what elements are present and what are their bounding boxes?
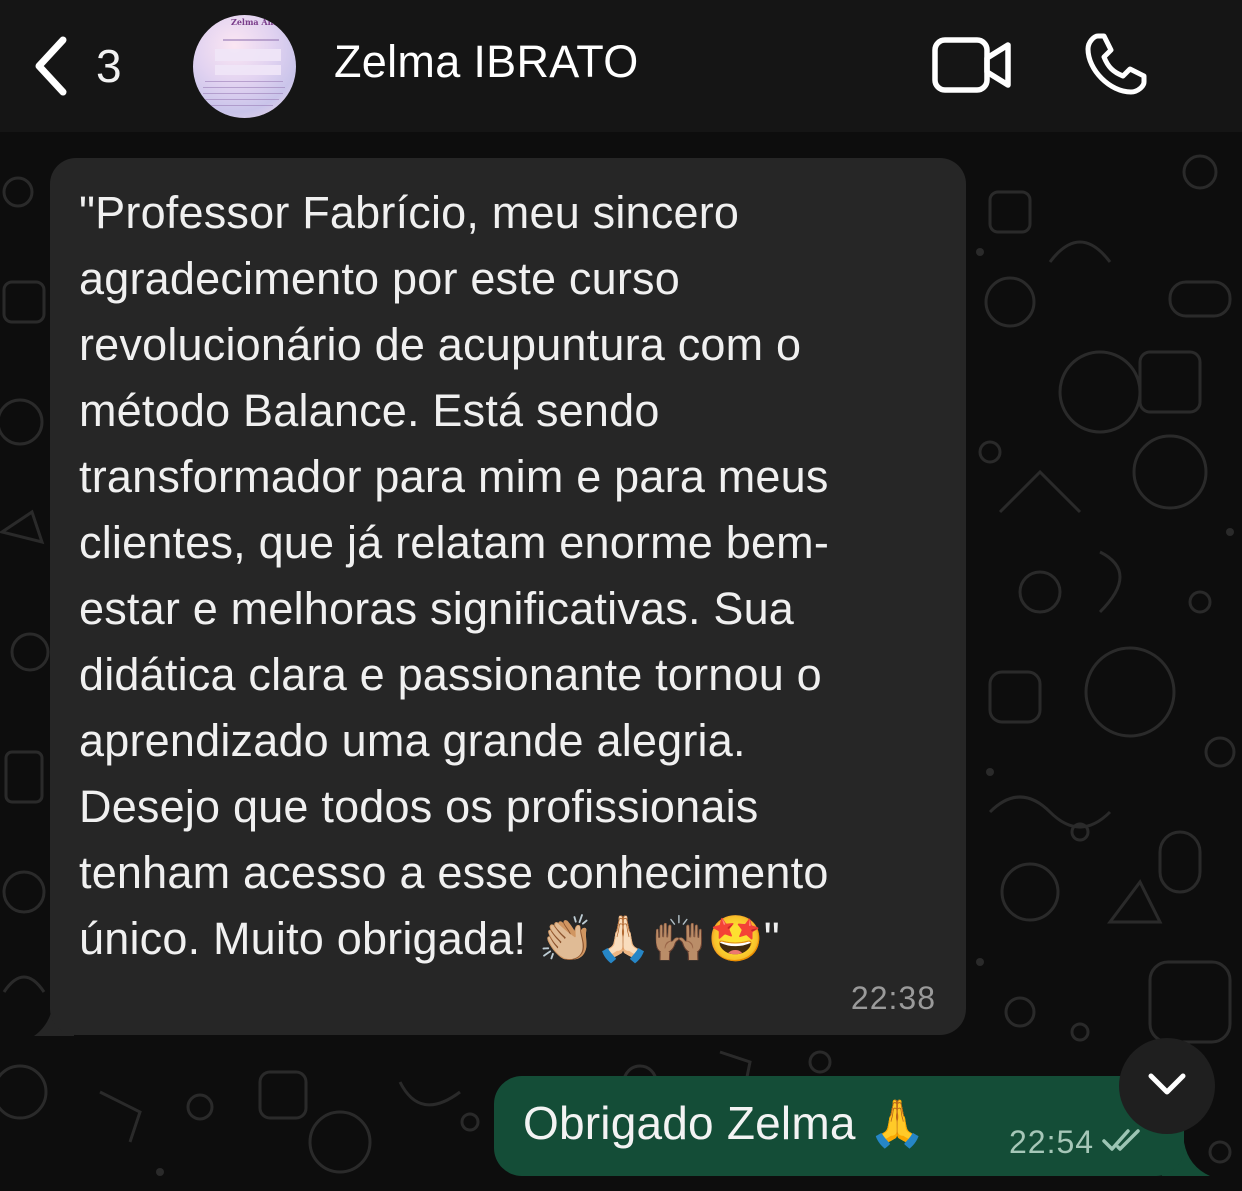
video-camera-icon	[932, 37, 1014, 98]
message-time: 22:54	[1009, 1124, 1095, 1160]
avatar-detail	[223, 39, 279, 41]
avatar-label: Zelma Amora	[231, 17, 291, 27]
avatar-detail	[215, 65, 281, 75]
chat-header: 3 Zelma Amora Zelma IBRATO	[0, 0, 1242, 132]
video-call-button[interactable]	[932, 36, 1014, 99]
avatar[interactable]: Zelma Amora	[193, 15, 296, 118]
outgoing-message-bubble[interactable]: Obrigado Zelma 🙏 22:54	[494, 1076, 1184, 1176]
message-meta: 22:54	[1009, 1124, 1146, 1161]
incoming-message-bubble[interactable]: "Professor Fabrício, meu sincero agradec…	[50, 158, 966, 1035]
unread-count: 3	[96, 40, 122, 92]
chat-screen: 3 Zelma Amora Zelma IBRATO "Professor Fa…	[0, 0, 1242, 1191]
scroll-to-bottom-button[interactable]	[1119, 1038, 1215, 1134]
message-time: 22:38	[850, 980, 936, 1016]
double-check-icon	[1102, 1127, 1146, 1158]
contact-name[interactable]: Zelma IBRATO	[334, 36, 639, 88]
message-text: "Professor Fabrício, meu sincero agradec…	[79, 187, 830, 964]
avatar-detail	[203, 93, 283, 94]
phone-icon	[1084, 33, 1148, 100]
avatar-detail	[215, 49, 281, 61]
chevron-down-icon	[1147, 1071, 1187, 1102]
message-text: Obrigado Zelma 🙏	[523, 1097, 927, 1149]
avatar-detail	[205, 81, 283, 82]
avatar-detail	[205, 99, 279, 100]
back-button[interactable]: 3	[30, 30, 122, 102]
message-list[interactable]: "Professor Fabrício, meu sincero agradec…	[0, 132, 1242, 1191]
voice-call-button[interactable]	[1084, 32, 1148, 101]
avatar-detail	[209, 105, 273, 106]
chevron-left-icon	[30, 34, 70, 98]
avatar-detail	[203, 87, 285, 88]
